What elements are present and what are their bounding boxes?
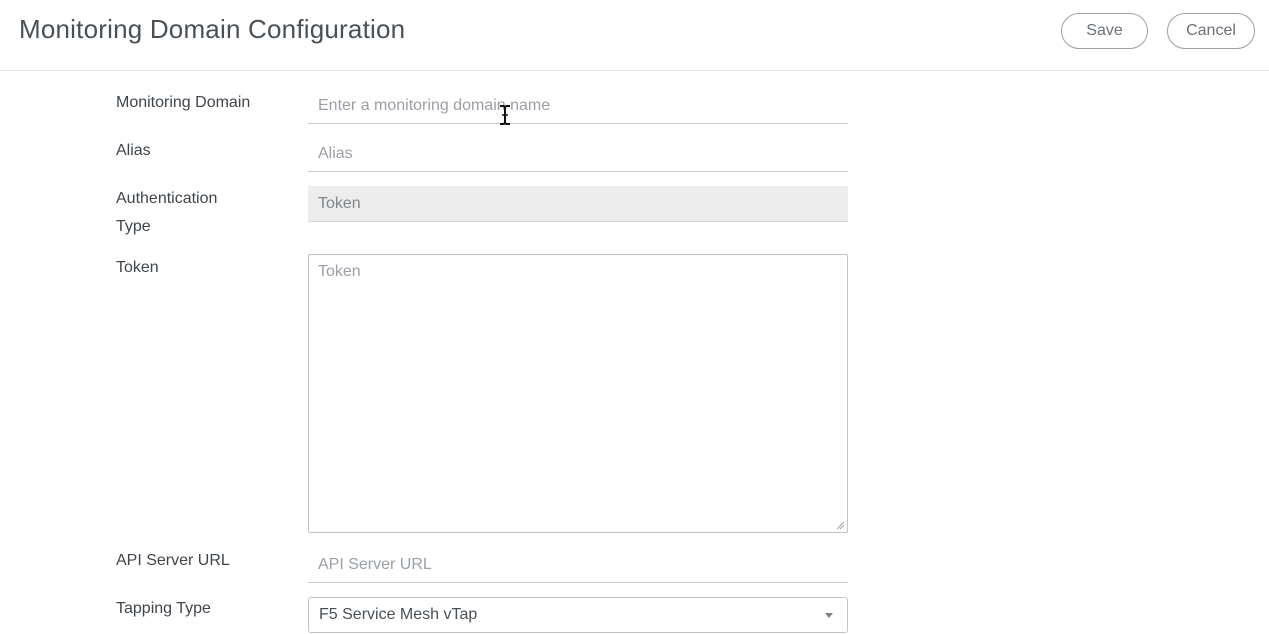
token-label: Token xyxy=(116,259,159,276)
monitoring-domain-input[interactable]: Enter a monitoring domain name xyxy=(308,88,848,124)
resize-grip-icon[interactable] xyxy=(835,520,845,530)
alias-placeholder: Alias xyxy=(318,144,353,162)
authentication-type-label: Authentication Type xyxy=(116,185,217,241)
monitoring-domain-placeholder: Enter a monitoring domain name xyxy=(318,96,551,114)
monitoring-domain-label: Monitoring Domain xyxy=(116,94,251,111)
api-server-url-input[interactable]: API Server URL xyxy=(308,547,848,583)
save-button[interactable]: Save xyxy=(1061,13,1148,49)
tapping-type-label: Tapping Type xyxy=(116,600,211,617)
api-server-url-label: API Server URL xyxy=(116,552,230,569)
page-title: Monitoring Domain Configuration xyxy=(19,14,406,44)
authentication-type-label-line2: Type xyxy=(116,218,151,235)
page-header: Monitoring Domain Configuration Save Can… xyxy=(0,0,1269,71)
api-server-url-placeholder: API Server URL xyxy=(318,555,432,573)
token-placeholder: Token xyxy=(318,263,361,280)
text-cursor-icon xyxy=(500,105,510,125)
cancel-button[interactable]: Cancel xyxy=(1167,13,1255,49)
token-textarea[interactable]: Token xyxy=(308,254,848,533)
authentication-type-value: Token xyxy=(318,194,361,212)
monitoring-domain-config-page: Monitoring Domain Configuration Save Can… xyxy=(0,0,1269,634)
chevron-down-icon[interactable] xyxy=(825,613,833,618)
alias-label: Alias xyxy=(116,142,151,159)
alias-input[interactable]: Alias xyxy=(308,136,848,172)
authentication-type-field: Token xyxy=(308,186,848,222)
tapping-type-selected: F5 Service Mesh vTap xyxy=(319,606,478,623)
authentication-type-label-line1: Authentication xyxy=(116,190,218,207)
tapping-type-select[interactable]: F5 Service Mesh vTap xyxy=(308,597,848,633)
